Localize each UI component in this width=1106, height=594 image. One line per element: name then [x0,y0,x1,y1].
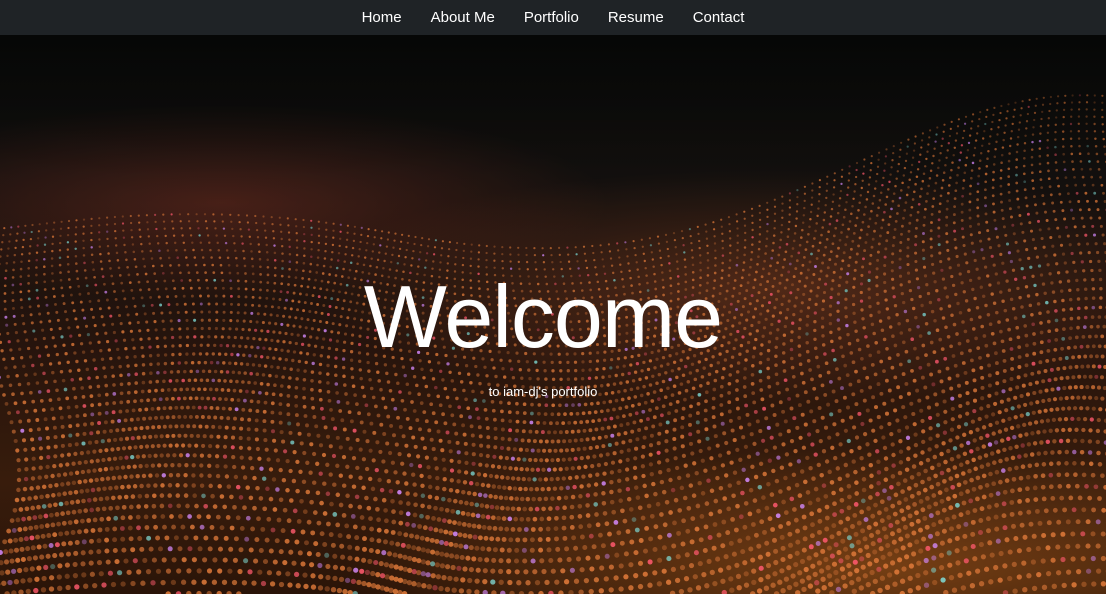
nav-link-contact[interactable]: Contact [678,0,759,35]
hero-subtitle: to iam-dj's portfolio [488,384,598,399]
nav-menu: Home About Me Portfolio Resume Contact [347,0,759,35]
nav-link-home[interactable]: Home [347,0,416,35]
top-navbar: Home About Me Portfolio Resume Contact [0,0,1106,35]
hero-section: Welcome to iam-dj's portfolio [0,35,1106,594]
nav-link-about-me[interactable]: About Me [416,0,509,35]
nav-link-portfolio[interactable]: Portfolio [509,0,593,35]
nav-link-resume[interactable]: Resume [593,0,678,35]
hero-title: Welcome [363,267,723,366]
